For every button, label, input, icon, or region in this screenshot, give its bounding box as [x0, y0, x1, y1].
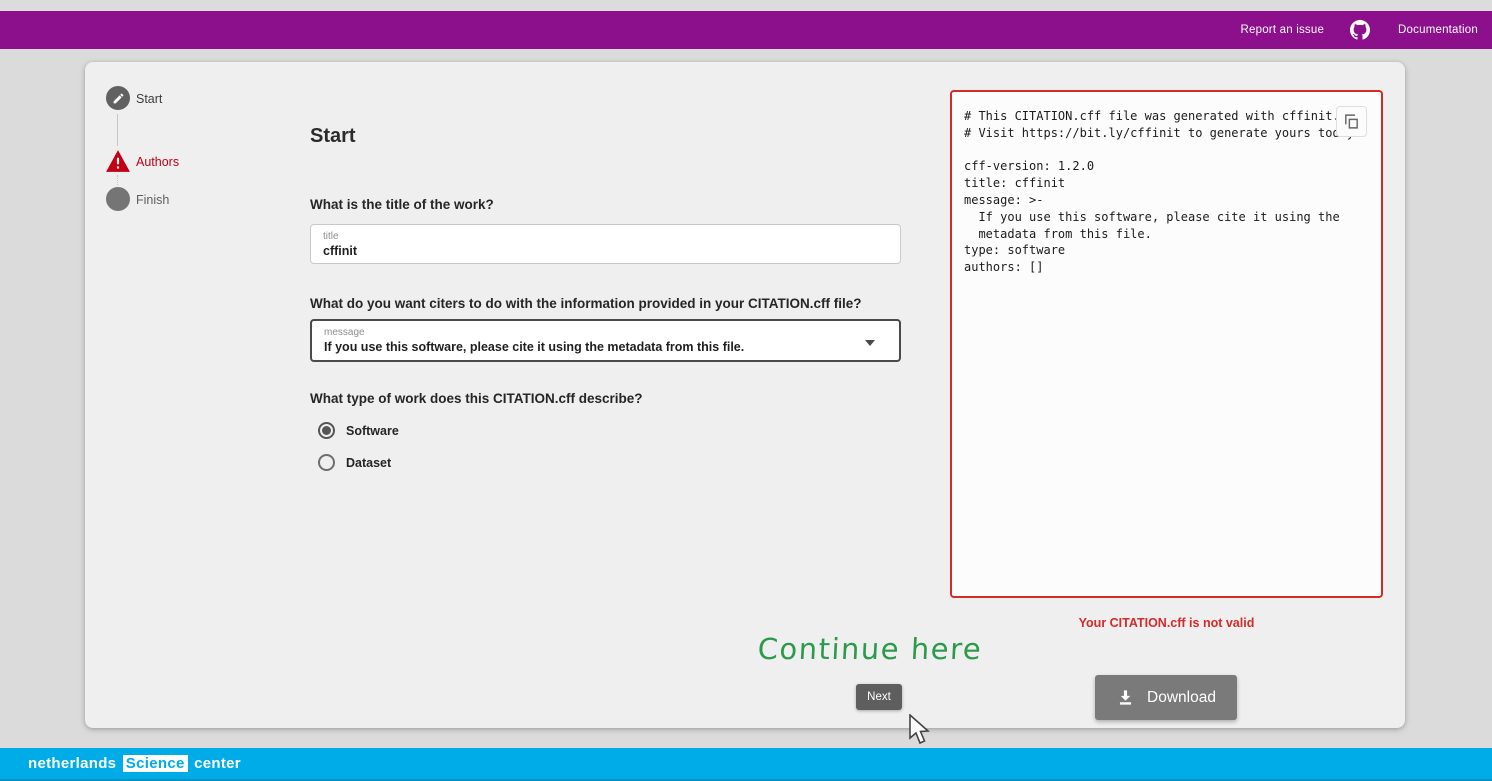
download-icon [1116, 688, 1135, 707]
step-start[interactable] [106, 86, 130, 110]
message-question: What do you want citers to do with the i… [310, 296, 862, 311]
radio-dataset[interactable]: Dataset [318, 454, 391, 471]
citation-preview-panel: # This CITATION.cff file was generated w… [950, 90, 1383, 598]
brand-pre: netherlands [28, 755, 116, 772]
citation-code: # This CITATION.cff file was generated w… [952, 92, 1381, 292]
title-input-value: cffinit [323, 243, 888, 259]
step-finish-label[interactable]: Finish [136, 193, 169, 207]
step-authors[interactable] [105, 149, 131, 173]
radio-software[interactable]: Software [318, 422, 399, 439]
copy-icon [1343, 113, 1360, 130]
page-title: Start [310, 125, 356, 148]
main-card: Start Authors Finish Start What is the t… [85, 62, 1405, 728]
step-start-label[interactable]: Start [136, 92, 162, 106]
footer: netherlands Science center [0, 748, 1492, 781]
github-icon[interactable] [1350, 20, 1370, 40]
radio-dataset-label: Dataset [346, 456, 391, 470]
app-bar: Report an issue Documentation [0, 11, 1492, 49]
edit-pencil-icon [112, 92, 125, 105]
warning-triangle-icon [105, 149, 131, 173]
page: { "header": { "report_issue_label": "Rep… [0, 0, 1492, 781]
brand-post: center [194, 755, 241, 772]
radio-unselected-icon [318, 454, 335, 471]
step-finish[interactable] [106, 187, 130, 211]
window-top-strip [0, 0, 1492, 11]
radio-software-label: Software [346, 424, 399, 438]
stepper-connector [117, 175, 118, 185]
download-button-label: Download [1147, 689, 1216, 707]
mouse-cursor [908, 714, 930, 746]
message-select[interactable]: message If you use this software, please… [310, 319, 901, 362]
escience-center-logo: netherlands Science center [28, 755, 241, 772]
message-select-label: message [324, 327, 887, 339]
continue-here-annotation: Continue here [724, 632, 1016, 666]
type-question: What type of work does this CITATION.cff… [310, 391, 643, 406]
title-input[interactable]: title cffinit [310, 224, 901, 264]
stepper-connector [117, 114, 118, 146]
documentation-link[interactable]: Documentation [1398, 24, 1478, 36]
message-select-value: If you use this software, please cite it… [324, 339, 887, 355]
title-question: What is the title of the work? [310, 197, 494, 212]
next-button[interactable]: Next [856, 684, 902, 710]
validation-message: Your CITATION.cff is not valid [950, 616, 1383, 630]
radio-selected-icon [318, 422, 335, 439]
brand-mid: Science [123, 755, 188, 772]
step-authors-label[interactable]: Authors [136, 155, 179, 169]
title-input-label: title [323, 231, 888, 243]
copy-button[interactable] [1336, 106, 1367, 137]
chevron-down-icon [865, 340, 875, 346]
report-issue-link[interactable]: Report an issue [1241, 24, 1325, 36]
download-button[interactable]: Download [1095, 675, 1237, 720]
